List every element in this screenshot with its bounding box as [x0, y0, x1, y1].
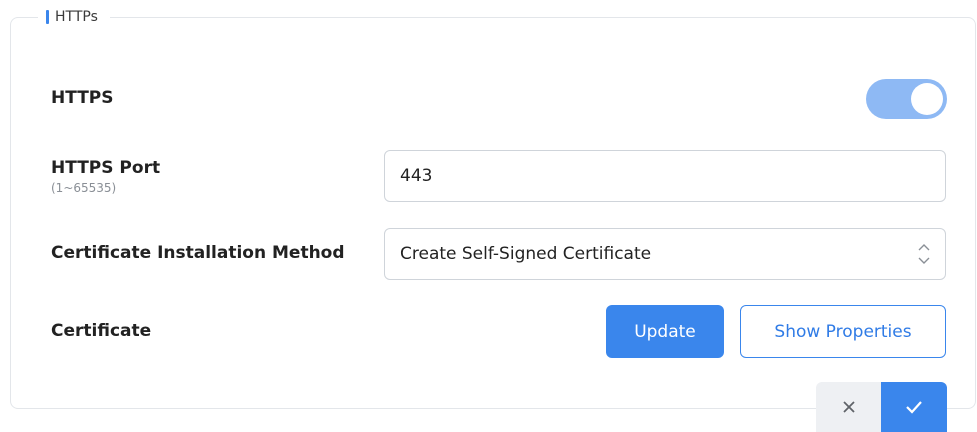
https-toggle[interactable]: [866, 79, 947, 119]
section-legend: HTTPs: [38, 8, 110, 26]
confirm-button[interactable]: [881, 382, 947, 432]
close-icon: [842, 401, 855, 413]
https-port-label: HTTPS Port: [51, 158, 161, 178]
update-button[interactable]: Update: [606, 305, 724, 358]
cert-method-label: Certificate Installation Method: [51, 243, 345, 263]
section-title: HTTPs: [55, 9, 98, 25]
https-port-input[interactable]: [384, 150, 946, 202]
legend-accent-bar: [46, 10, 49, 24]
form-actions: [816, 382, 947, 432]
cancel-button[interactable]: [816, 382, 881, 432]
https-port-range-hint: (1~65535): [51, 181, 117, 195]
cert-method-value: Create Self-Signed Certificate: [400, 244, 652, 264]
certificate-label: Certificate: [51, 321, 152, 341]
https-label: HTTPS: [51, 88, 114, 108]
cert-method-select[interactable]: Create Self-Signed Certificate: [384, 228, 946, 280]
check-icon: [906, 401, 922, 414]
updown-chevron-icon: [918, 244, 930, 264]
toggle-knob: [911, 83, 943, 115]
show-properties-button[interactable]: Show Properties: [740, 305, 946, 358]
